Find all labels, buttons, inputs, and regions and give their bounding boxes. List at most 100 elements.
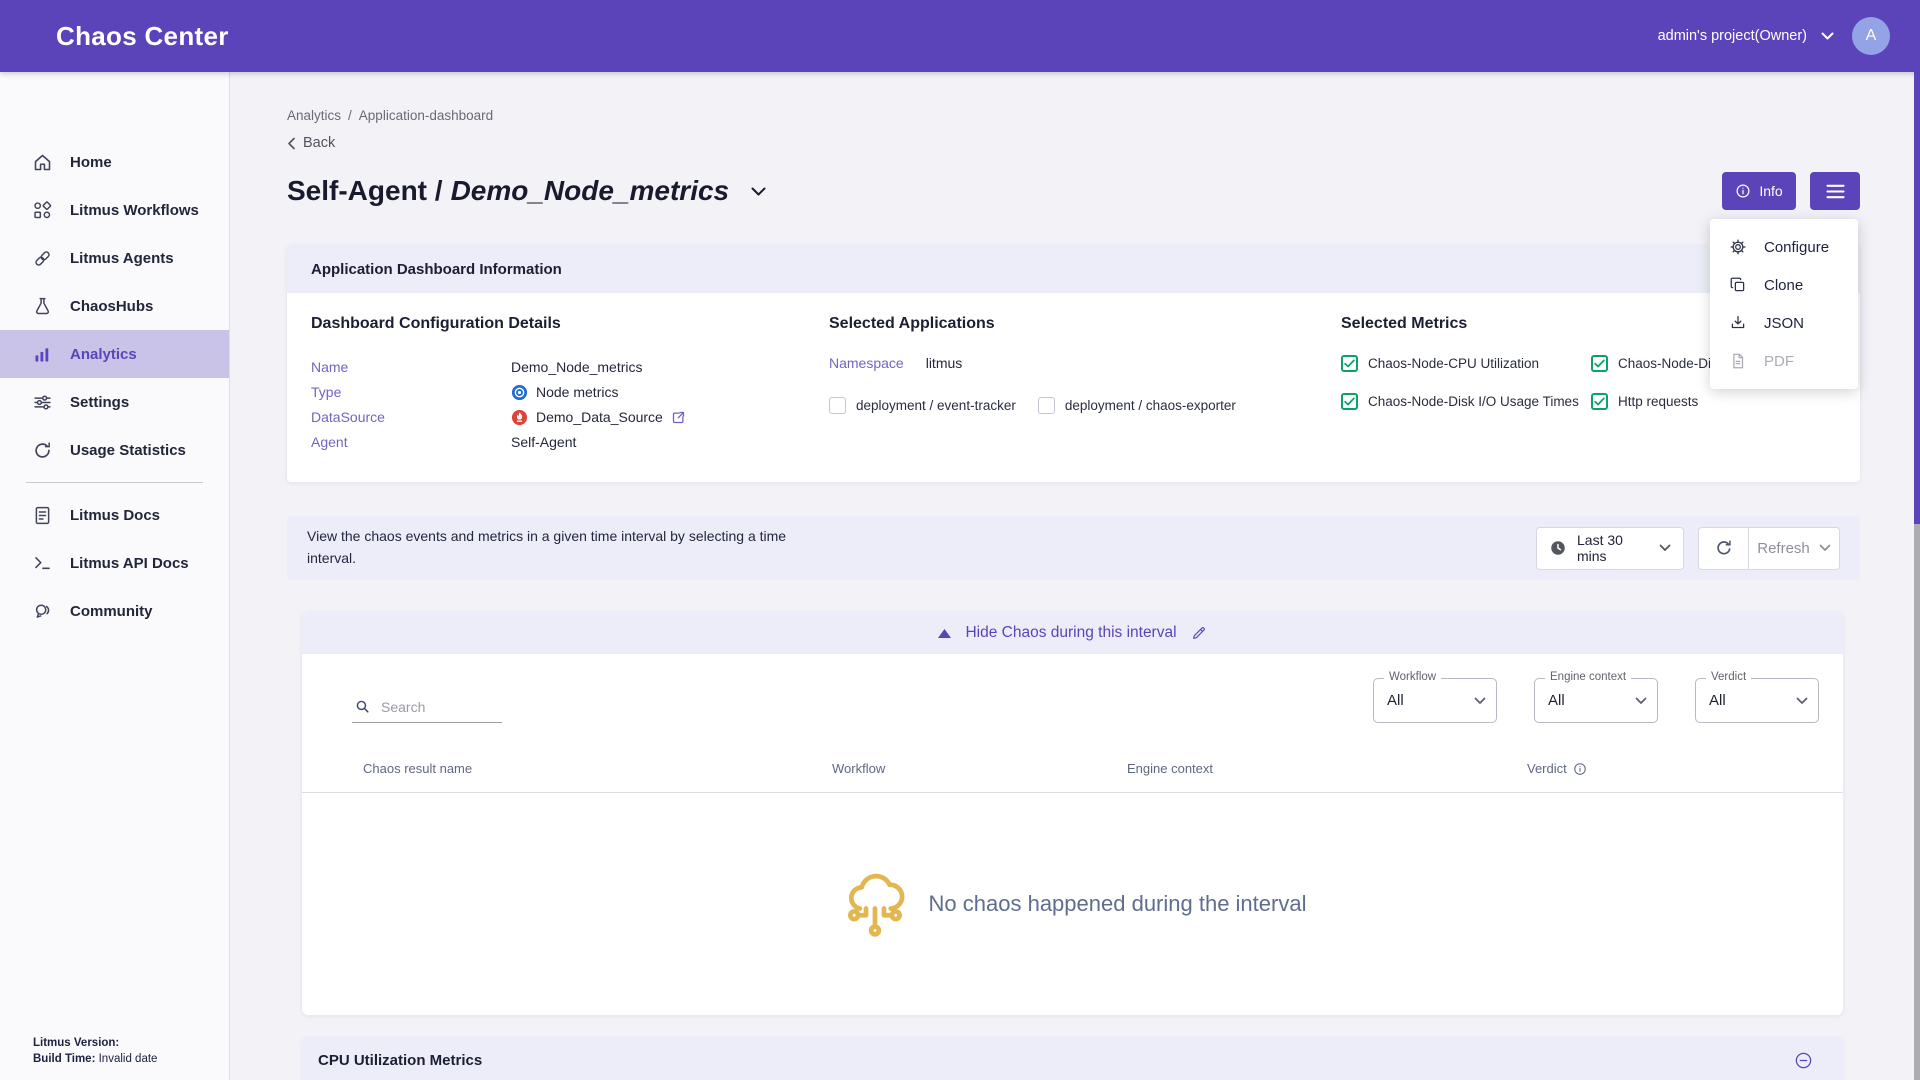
collapse-minus-icon[interactable] — [1794, 1051, 1813, 1070]
breadcrumb-analytics[interactable]: Analytics — [287, 108, 341, 123]
menu-item-clone[interactable]: Clone — [1710, 266, 1858, 304]
sidebar-item-label: Community — [70, 603, 153, 620]
sidebar-item-label: Litmus API Docs — [70, 555, 189, 572]
sidebar-item-community[interactable]: Community — [0, 587, 229, 635]
sidebar-item-analytics[interactable]: Analytics — [0, 330, 229, 378]
menu-item-label: Clone — [1764, 277, 1803, 294]
sidebar-item-litmus-agents[interactable]: Litmus Agents — [0, 234, 229, 282]
section-title: Dashboard Configuration Details — [311, 315, 829, 333]
hide-chaos-toggle[interactable]: Hide Chaos during this interval — [302, 612, 1843, 654]
time-interval-bar: View the chaos events and metrics in a g… — [287, 516, 1860, 580]
hamburger-icon — [1826, 184, 1845, 199]
chevron-down-icon — [1796, 697, 1808, 705]
menu-item-configure[interactable]: Configure — [1710, 228, 1858, 266]
chaos-table-card: Hide Chaos during this interval Workflow… — [302, 612, 1843, 1015]
page-title: Self-Agent / Demo_Node_metrics — [287, 175, 729, 207]
chevron-down-icon — [1474, 697, 1486, 705]
cpu-panel-title: CPU Utilization Metrics — [318, 1052, 482, 1069]
breadcrumb-separator: / — [348, 108, 352, 123]
breadcrumb-application-dashboard[interactable]: Application-dashboard — [359, 108, 493, 123]
metric-checkbox-cpu-utilization[interactable]: Chaos-Node-CPU Utilization — [1341, 355, 1591, 372]
time-range-select[interactable]: Last 30 mins — [1536, 527, 1684, 570]
checkbox[interactable] — [1591, 355, 1608, 372]
prometheus-icon — [511, 409, 528, 426]
verdict-info-icon[interactable] — [1573, 762, 1587, 776]
menu-item-pdf[interactable]: PDF — [1710, 342, 1858, 380]
dashboard-info-header: Application Dashboard Information — [287, 245, 1860, 293]
menu-item-label: JSON — [1764, 315, 1804, 332]
sidebar-item-settings[interactable]: Settings — [0, 378, 229, 426]
analytics-icon — [32, 344, 53, 365]
sidebar: Home Litmus Workflows Litmus Agents Chao… — [0, 72, 230, 1080]
sidebar-item-litmus-workflows[interactable]: Litmus Workflows — [0, 186, 229, 234]
metric-checkbox-disk-io-times[interactable]: Chaos-Node-Disk I/O Usage Times — [1341, 393, 1591, 410]
sidebar-item-label: Analytics — [70, 346, 137, 363]
verdict-filter-select[interactable]: Verdict All — [1695, 678, 1819, 723]
dashboard-configuration-details: Dashboard Configuration Details Name Dem… — [311, 315, 829, 454]
external-link-icon[interactable] — [671, 410, 686, 425]
checkbox[interactable] — [1341, 355, 1358, 372]
scrollbar-thumb[interactable] — [1914, 72, 1920, 524]
search-input[interactable] — [381, 699, 491, 715]
gear-icon — [1729, 238, 1747, 256]
main-content: Analytics / Application-dashboard Back S… — [230, 72, 1920, 1080]
page-scrollbar[interactable] — [1914, 72, 1920, 1080]
refresh-icon — [1714, 538, 1734, 558]
sidebar-item-chaoshubs[interactable]: ChaosHubs — [0, 282, 229, 330]
menu-button[interactable] — [1810, 172, 1860, 210]
home-icon — [32, 152, 53, 173]
filters-row: Workflow All Engine context All Verdict … — [302, 654, 1843, 737]
checkbox[interactable] — [1341, 393, 1358, 410]
title-chevron-down-icon[interactable] — [751, 187, 766, 196]
config-label: Name — [311, 359, 511, 375]
sidebar-item-litmus-docs[interactable]: Litmus Docs — [0, 491, 229, 539]
app-header: Chaos Center admin's project(Owner) A — [0, 0, 1920, 72]
edit-pencil-icon[interactable] — [1191, 625, 1207, 641]
column-verdict: Verdict — [1527, 761, 1567, 776]
refresh-interval-select[interactable]: Refresh — [1749, 528, 1839, 569]
chevron-down-icon — [1659, 544, 1671, 552]
build-time-label: Build Time: — [33, 1053, 95, 1065]
back-label: Back — [303, 135, 335, 151]
section-title: Selected Applications — [829, 315, 1341, 333]
engine-context-filter-select[interactable]: Engine context All — [1534, 678, 1658, 723]
clock-icon — [1549, 539, 1567, 557]
info-button[interactable]: Info — [1722, 172, 1796, 210]
filter-value: All — [1387, 692, 1404, 709]
config-row-datasource: DataSource Demo_Data_Source — [311, 405, 829, 429]
sidebar-item-label: Home — [70, 154, 112, 171]
agents-icon — [32, 248, 53, 269]
dashboard-info-card: Application Dashboard Information Dashbo… — [287, 245, 1860, 482]
chaoshubs-icon — [32, 296, 53, 317]
triangle-up-icon — [938, 629, 951, 638]
checkbox[interactable] — [1038, 397, 1055, 414]
menu-item-json[interactable]: JSON — [1710, 304, 1858, 342]
filter-label: Engine context — [1545, 671, 1631, 683]
checkbox-label: Chaos-Node-Disk I/O Usage Times — [1368, 394, 1579, 409]
sidebar-item-usage-statistics[interactable]: Usage Statistics — [0, 426, 229, 474]
search-field[interactable] — [352, 694, 502, 723]
refresh-now-button[interactable] — [1699, 528, 1749, 569]
sidebar-item-label: Usage Statistics — [70, 442, 186, 459]
cloud-network-icon — [839, 868, 911, 940]
empty-state: No chaos happened during the interval — [302, 793, 1843, 1015]
metric-checkbox-http-requests[interactable]: Http requests — [1591, 393, 1832, 410]
avatar[interactable]: A — [1852, 17, 1890, 55]
file-icon — [1729, 352, 1747, 370]
filter-label: Workflow — [1384, 671, 1441, 683]
checkbox[interactable] — [829, 397, 846, 414]
info-button-label: Info — [1759, 183, 1782, 199]
workflow-filter-select[interactable]: Workflow All — [1373, 678, 1497, 723]
sidebar-item-litmus-api-docs[interactable]: Litmus API Docs — [0, 539, 229, 587]
checkbox-label: Http requests — [1618, 394, 1698, 409]
checkbox[interactable] — [1591, 393, 1608, 410]
project-selector[interactable]: admin's project(Owner) — [1658, 28, 1834, 44]
sidebar-item-label: ChaosHubs — [70, 298, 153, 315]
application-checkbox-chaos-exporter[interactable]: deployment / chaos-exporter — [1038, 397, 1236, 414]
chevron-down-icon — [1819, 544, 1831, 552]
back-button[interactable]: Back — [287, 135, 1860, 151]
sidebar-item-home[interactable]: Home — [0, 138, 229, 186]
application-checkbox-event-tracker[interactable]: deployment / event-tracker — [829, 397, 1016, 414]
refresh-label: Refresh — [1757, 540, 1810, 557]
column-chaos-result-name: Chaos result name — [363, 761, 832, 776]
